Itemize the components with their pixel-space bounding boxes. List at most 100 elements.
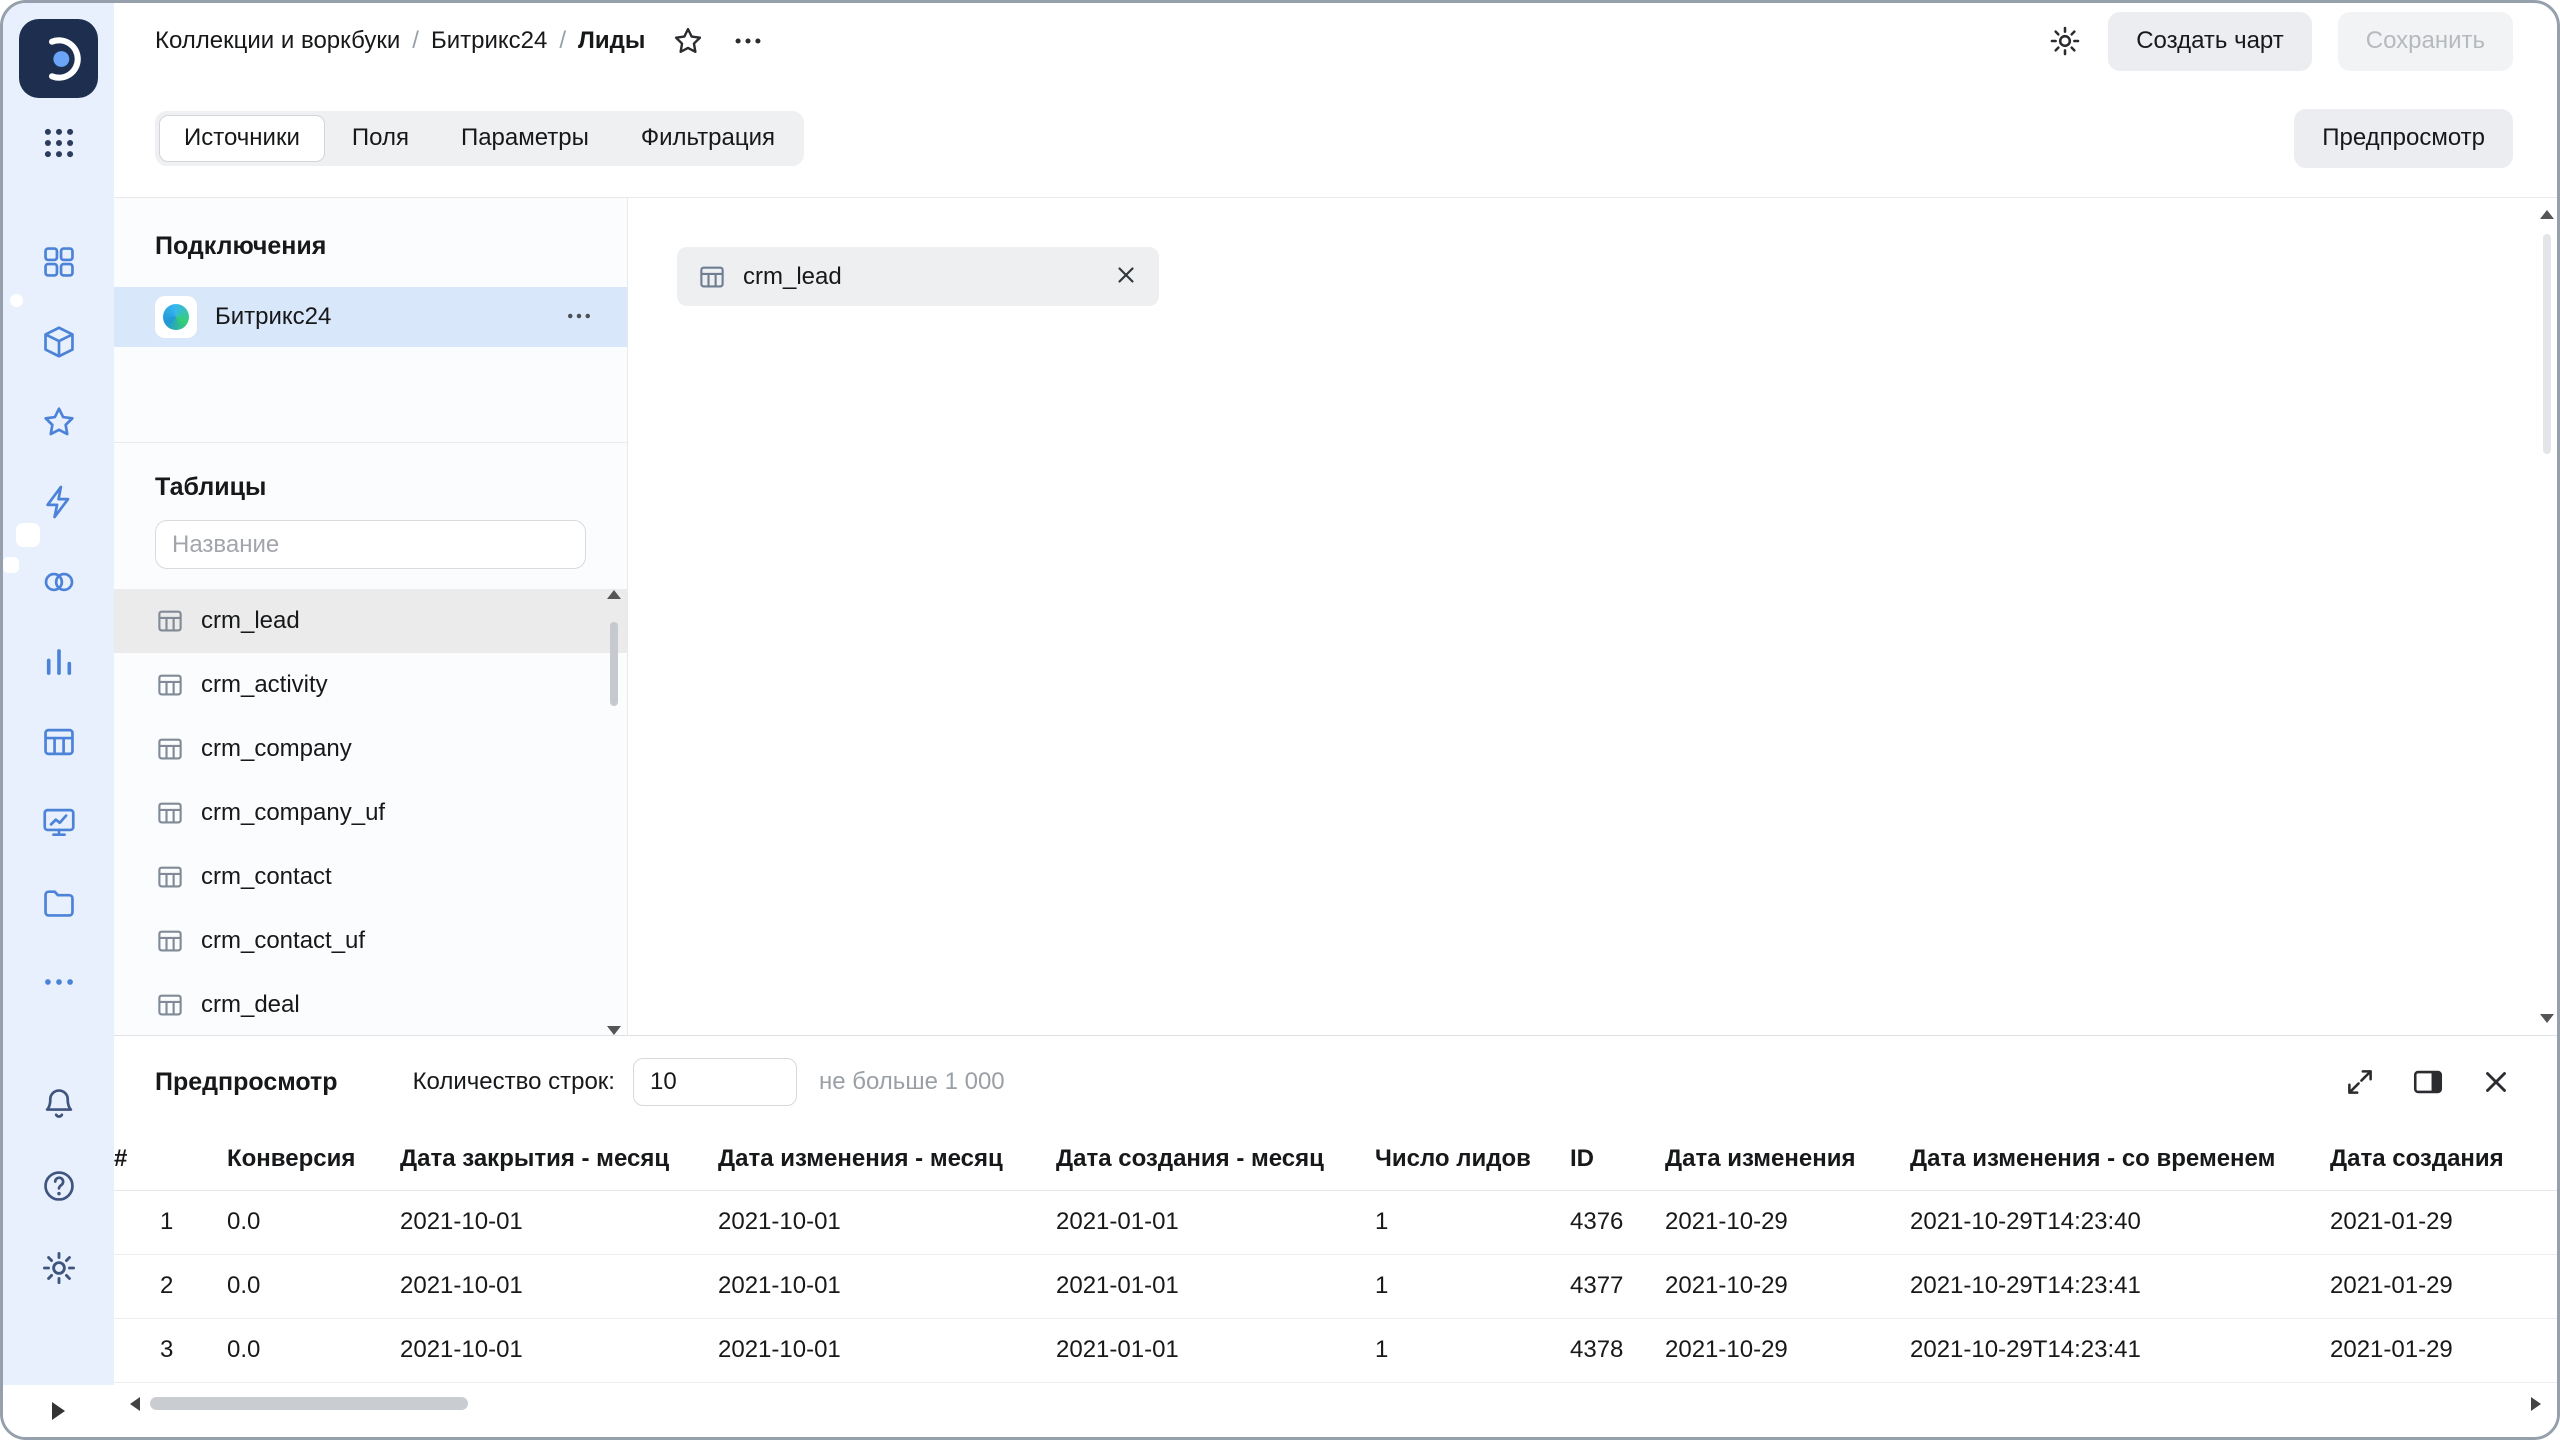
close-icon[interactable] <box>2479 1065 2513 1099</box>
breadcrumb-collections[interactable]: Коллекции и воркбуки <box>155 27 400 55</box>
box-icon[interactable] <box>40 323 78 361</box>
apps-grid-icon[interactable] <box>40 124 78 162</box>
folder-icon[interactable] <box>40 883 78 921</box>
bar-chart-icon[interactable] <box>40 643 78 681</box>
tab[interactable]: Поля <box>327 115 434 162</box>
tab[interactable]: Источники <box>159 115 325 162</box>
table-list-item[interactable]: crm_deal <box>114 973 627 1035</box>
preview-pane: Предпросмотр Количество строк: не больше… <box>114 1035 2557 1437</box>
table-chip-label: crm_lead <box>743 263 842 291</box>
cell: 1 <box>1375 1254 1570 1318</box>
star-icon[interactable] <box>40 403 78 441</box>
tables-list-scrollbar[interactable] <box>607 590 621 1035</box>
scroll-down-icon[interactable] <box>607 1026 621 1035</box>
cell: 2021-10-01 <box>400 1318 718 1382</box>
connection-item[interactable]: Битрикс24 <box>114 287 627 347</box>
scrollbar-thumb[interactable] <box>150 1397 468 1410</box>
table-name: crm_contact <box>201 863 332 891</box>
table-name: crm_activity <box>201 671 328 699</box>
gear-icon[interactable] <box>40 1249 78 1287</box>
squares-grid-icon[interactable] <box>40 243 78 281</box>
tab[interactable]: Фильтрация <box>616 115 800 162</box>
cell: 2021-10-01 <box>400 1254 718 1318</box>
expand-icon[interactable] <box>2343 1065 2377 1099</box>
cell: 1 <box>114 1190 227 1254</box>
cell: 2021-10-01 <box>718 1190 1056 1254</box>
canvas-scrollbar[interactable] <box>2539 198 2555 1035</box>
more-icon[interactable] <box>40 963 78 1001</box>
rings-icon[interactable] <box>40 563 78 601</box>
table-name: crm_lead <box>201 607 300 635</box>
app-window: Коллекции и воркбуки / Битрикс24 / Лиды … <box>0 0 2560 1440</box>
table-list-item[interactable]: crm_contact <box>114 845 627 909</box>
scroll-right-icon[interactable] <box>2531 1397 2541 1411</box>
preview-table: #КонверсияДата закрытия - месяцДата изме… <box>114 1128 2557 1383</box>
cell: 2021-01-01 <box>1056 1254 1375 1318</box>
dataset-canvas: crm_lead <box>628 198 2557 1035</box>
column-header: Дата создания <box>2330 1128 2557 1190</box>
column-header: Дата изменения - месяц <box>718 1128 1056 1190</box>
table-search-input[interactable] <box>155 520 586 569</box>
settings-gear-icon[interactable] <box>2048 24 2082 58</box>
expand-sidebar-button[interactable] <box>52 1402 65 1420</box>
table-list-item[interactable]: crm_company_uf <box>114 781 627 845</box>
preview-actions <box>2343 1065 2513 1099</box>
table-icon <box>155 606 185 636</box>
column-header: ID <box>1570 1128 1665 1190</box>
monitor-chart-icon[interactable] <box>40 803 78 841</box>
table-list-item[interactable]: crm_lead <box>114 589 627 653</box>
table-list-item[interactable]: crm_contact_uf <box>114 909 627 973</box>
table-row: 3 0.0 2021-10-01 2021-10-01 2021-01-01 1… <box>114 1318 2557 1382</box>
decoration-square <box>16 523 40 547</box>
scroll-down-icon[interactable] <box>2540 1014 2554 1023</box>
dock-panel-icon[interactable] <box>2411 1065 2445 1099</box>
create-chart-button[interactable]: Создать чарт <box>2108 12 2312 71</box>
table-row: 1 0.0 2021-10-01 2021-10-01 2021-01-01 1… <box>114 1190 2557 1254</box>
scroll-up-icon[interactable] <box>2540 210 2554 219</box>
favorite-star-icon[interactable] <box>671 24 705 58</box>
scroll-up-icon[interactable] <box>607 590 621 599</box>
cell: 2021-01-29 <box>2330 1318 2557 1382</box>
more-menu-icon[interactable] <box>731 24 765 58</box>
cell: 0.0 <box>227 1318 400 1382</box>
bell-icon[interactable] <box>40 1085 78 1123</box>
scrollbar-thumb[interactable] <box>610 622 618 706</box>
datalens-logo[interactable] <box>19 19 98 98</box>
breadcrumb-separator: / <box>559 27 566 55</box>
table-list-item[interactable]: crm_activity <box>114 653 627 717</box>
table-list-item[interactable]: crm_company <box>114 717 627 781</box>
connection-label: Битрикс24 <box>215 303 331 331</box>
cell: 2021-01-29 <box>2330 1254 2557 1318</box>
cell: 2021-10-01 <box>400 1190 718 1254</box>
cell: 1 <box>1375 1318 1570 1382</box>
sidebar-footer <box>3 1385 114 1437</box>
row-count-input[interactable] <box>633 1058 797 1106</box>
tab[interactable]: Параметры <box>436 115 614 162</box>
help-icon[interactable] <box>40 1167 78 1205</box>
cell: 2021-10-29T14:23:41 <box>1910 1318 2330 1382</box>
preview-button[interactable]: Предпросмотр <box>2294 109 2513 168</box>
scrollbar-thumb[interactable] <box>2543 234 2551 454</box>
lightning-icon[interactable] <box>40 483 78 521</box>
save-button[interactable]: Сохранить <box>2338 12 2513 71</box>
connection-more-icon[interactable] <box>564 301 594 334</box>
horizontal-scrollbar[interactable] <box>114 1391 2557 1417</box>
chip-close-icon[interactable] <box>1113 262 1139 291</box>
table-row: 2 0.0 2021-10-01 2021-10-01 2021-01-01 1… <box>114 1254 2557 1318</box>
column-header: Дата изменения <box>1665 1128 1910 1190</box>
cell: 3 <box>114 1318 227 1382</box>
cell: 1 <box>1375 1190 1570 1254</box>
table-chip[interactable]: crm_lead <box>677 247 1159 306</box>
table-icon[interactable] <box>40 723 78 761</box>
table-name: crm_contact_uf <box>201 927 365 955</box>
table-name: crm_company <box>201 735 352 763</box>
breadcrumb-workbook[interactable]: Битрикс24 <box>431 27 547 55</box>
cell: 2021-01-01 <box>1056 1318 1375 1382</box>
main-area: Коллекции и воркбуки / Битрикс24 / Лиды … <box>114 3 2557 1437</box>
breadcrumb-separator: / <box>412 27 419 55</box>
tables-list: crm_lead crm_activity crm_company <box>114 589 627 1035</box>
scroll-left-icon[interactable] <box>130 1397 140 1411</box>
cell: 2021-10-01 <box>718 1318 1056 1382</box>
column-header: Конверсия <box>227 1128 400 1190</box>
preview-table-header-row: #КонверсияДата закрытия - месяцДата изме… <box>114 1128 2557 1190</box>
